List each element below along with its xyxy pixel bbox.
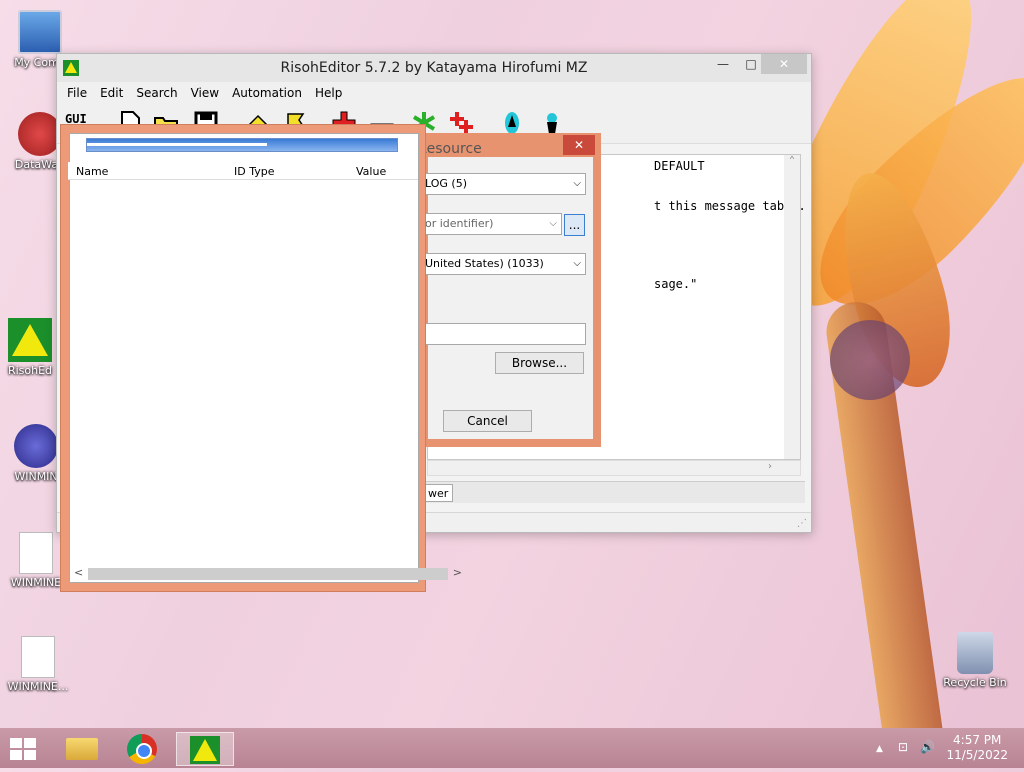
desktop-icon-label: Recycle Bin [943, 676, 1007, 689]
desktop-icon-recycle-bin[interactable]: Recycle Bin [935, 632, 1015, 689]
chevron-down-icon: ⌵ [573, 258, 581, 269]
type-combo-value: LOG (5) [425, 177, 467, 190]
code-line: t this message table. [654, 199, 806, 213]
code-line: sage." [654, 277, 698, 291]
close-button[interactable]: ✕ [761, 54, 807, 74]
column-value[interactable]: Value [356, 165, 386, 178]
scroll-track[interactable] [88, 568, 448, 580]
list-header: Name ID Type Value [68, 162, 418, 180]
cancel-button[interactable]: Cancel [443, 410, 532, 432]
browse-button[interactable]: Browse... [495, 352, 584, 374]
name-combo-placeholder: or identifier) [425, 217, 494, 230]
recycle-bin-icon [957, 632, 993, 674]
dialog-close-button[interactable]: ✕ [563, 135, 595, 155]
file-input[interactable] [422, 323, 586, 345]
resource-list-window[interactable] [60, 124, 426, 592]
tray-overflow-icon[interactable]: ▲ [876, 744, 883, 754]
scroll-left-icon[interactable]: < [74, 566, 83, 579]
clock-time: 4:57 PM [953, 733, 1002, 747]
desktop-icon-label: WINMINE... [7, 680, 69, 693]
risoheditor-icon [190, 736, 220, 764]
taskbar-file-explorer[interactable] [56, 732, 112, 766]
tab-strip: wer [423, 481, 805, 503]
windows-logo-icon [10, 750, 22, 760]
file-icon [19, 532, 53, 574]
scroll-right-icon[interactable]: > [453, 566, 462, 579]
horizontal-scrollbar[interactable]: › [427, 460, 801, 476]
name-browse-button[interactable]: ... [564, 214, 585, 236]
taskbar-risoheditor[interactable] [176, 732, 234, 766]
risoheditor-icon [8, 318, 52, 362]
taskbar-chrome[interactable] [116, 732, 172, 766]
window-titlebar[interactable]: RisohEditor 5.7.2 by Katayama Hirofumi M… [57, 54, 811, 82]
windows-logo-icon [24, 750, 36, 760]
menu-help[interactable]: Help [315, 86, 342, 100]
language-combo[interactable]: United States) (1033) ⌵ [422, 253, 586, 275]
clock[interactable]: 4:57 PM 11/5/2022 [946, 733, 1008, 763]
code-line: DEFAULT [654, 159, 705, 173]
chrome-icon [127, 734, 157, 764]
volume-icon[interactable]: 🔊 [920, 740, 935, 754]
tab-viewer[interactable]: wer [423, 484, 454, 502]
start-button[interactable] [10, 738, 38, 760]
clock-date: 11/5/2022 [946, 748, 1008, 762]
language-combo-value: United States) (1033) [425, 257, 544, 270]
chevron-down-icon: ⌵ [573, 178, 581, 189]
menu-file[interactable]: File [67, 86, 87, 100]
network-icon[interactable]: ⊡ [898, 740, 908, 754]
menu-automation[interactable]: Automation [232, 86, 302, 100]
menu-bar: File Edit Search View Automation Help [57, 82, 811, 104]
file-icon [21, 636, 55, 678]
type-combo[interactable]: LOG (5) ⌵ [422, 173, 586, 195]
list-horizontal-scrollbar[interactable]: < > [70, 566, 466, 582]
wallpaper-bud [830, 320, 910, 400]
chevron-down-icon: ⌵ [549, 218, 557, 229]
computer-icon [18, 10, 62, 54]
column-name[interactable]: Name [76, 165, 108, 178]
minimize-button[interactable]: — [709, 54, 737, 74]
list-progress-bar [86, 138, 398, 152]
column-id-type[interactable]: ID Type [234, 165, 274, 178]
taskbar: ▲ ⊡ 🔊 4:57 PM 11/5/2022 [0, 728, 1024, 768]
windows-logo-icon [10, 738, 22, 748]
list-area[interactable] [69, 133, 419, 583]
menu-edit[interactable]: Edit [100, 86, 123, 100]
name-combo[interactable]: or identifier) ⌵ [422, 213, 562, 235]
vertical-scrollbar[interactable]: ⌃ [784, 155, 800, 459]
resize-grip-icon[interactable]: ⋰ [797, 518, 807, 529]
menu-search[interactable]: Search [136, 86, 177, 100]
menu-view[interactable]: View [191, 86, 219, 100]
desktop-icon-winmine-file-2[interactable]: WINMINE... [0, 636, 78, 693]
windows-logo-icon [24, 738, 36, 748]
winmine-icon [14, 424, 58, 468]
folder-icon [66, 738, 98, 760]
window-title: RisohEditor 5.7.2 by Katayama Hirofumi M… [280, 60, 588, 76]
